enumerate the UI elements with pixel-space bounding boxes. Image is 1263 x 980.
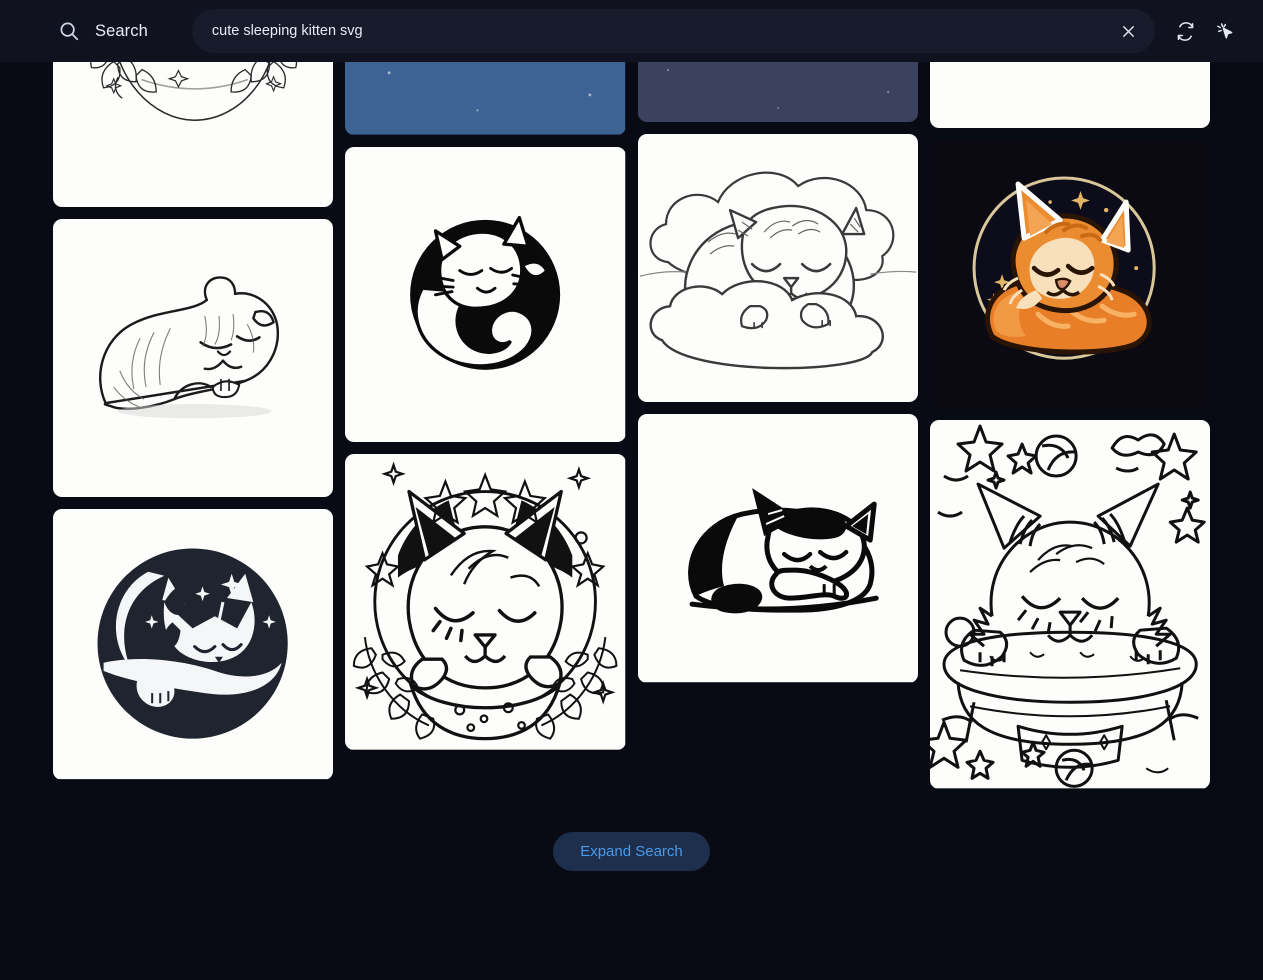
- result-card[interactable]: [637, 414, 918, 683]
- result-card[interactable]: [53, 219, 334, 498]
- expand-search-container: Expand Search: [0, 832, 1263, 871]
- result-card[interactable]: [53, 509, 334, 780]
- thumbnail-bw-cat: [637, 414, 918, 683]
- thumbnail-orange-tabby: [929, 140, 1210, 409]
- close-icon[interactable]: [1111, 14, 1145, 48]
- result-card[interactable]: [637, 134, 918, 403]
- results-column-1: [53, 0, 334, 780]
- results-grid: [53, 0, 1210, 789]
- results-column-4: [929, 0, 1210, 789]
- cursor-click-icon[interactable]: [1205, 11, 1245, 51]
- thumbnail-coloring-stars: [345, 454, 626, 750]
- result-card[interactable]: [929, 420, 1210, 789]
- refresh-icon[interactable]: [1165, 11, 1205, 51]
- search-bar: Search: [0, 0, 1263, 62]
- search-input[interactable]: [211, 23, 1111, 39]
- expand-search-button[interactable]: Expand Search: [553, 832, 710, 871]
- result-card[interactable]: [345, 146, 626, 443]
- thumbnail-yinyang-cat: [345, 146, 626, 443]
- search-field[interactable]: [191, 9, 1155, 53]
- results-column-3: [637, 0, 918, 683]
- thumbnail-moon-circle: [53, 509, 334, 780]
- result-card[interactable]: [345, 454, 626, 750]
- thumbnail-basket-coloring: [929, 420, 1210, 789]
- search-label: Search: [95, 21, 148, 40]
- results-column-2: [345, 0, 626, 750]
- toolbar-actions: [1165, 11, 1245, 51]
- thumbnail-sketch-curled: [53, 219, 334, 498]
- result-card[interactable]: [929, 140, 1210, 409]
- search-icon: [58, 20, 80, 42]
- thumbnail-cloud-kitten: [637, 134, 918, 403]
